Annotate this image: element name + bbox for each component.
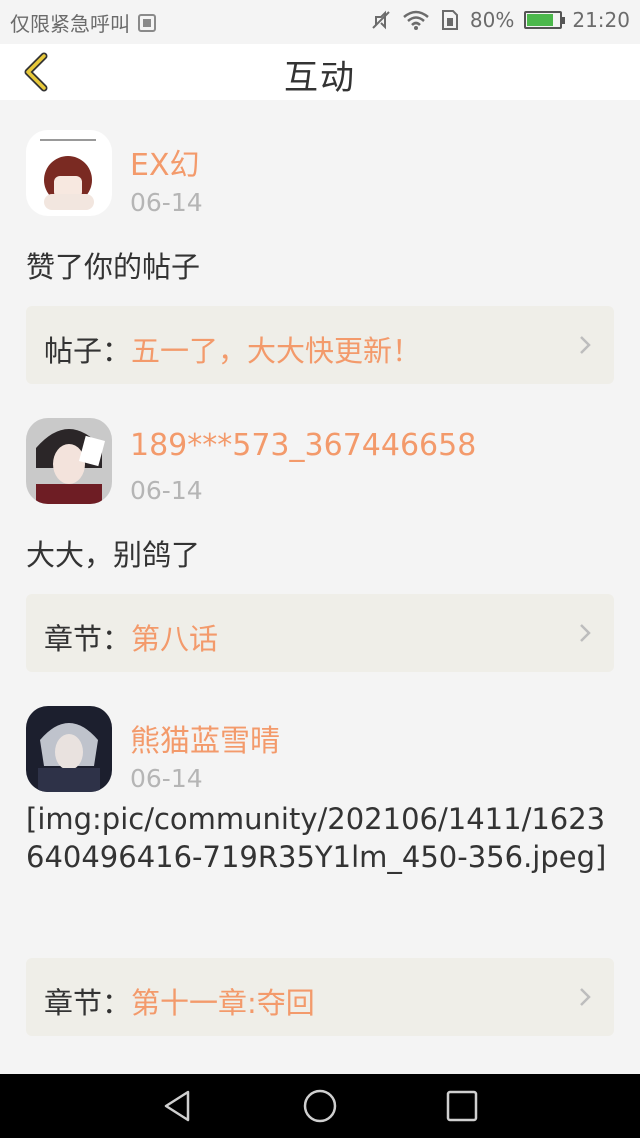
carrier-text: 仅限紧急呼叫: [10, 12, 130, 36]
interaction-text: [img:pic/community/202106/1411/162364049…: [26, 802, 607, 874]
battery-percent: 80%: [469, 8, 515, 32]
referenced-post[interactable]: 帖子：五一了，大大快更新！: [26, 306, 614, 384]
square-recents-icon[interactable]: [444, 1088, 480, 1124]
system-nav-bar: [0, 1074, 640, 1138]
avatar[interactable]: [26, 418, 112, 504]
post-date: 06-14: [130, 764, 203, 793]
circle-home-icon[interactable]: [302, 1088, 338, 1124]
list-item: 熊猫蓝雪晴 06-14 [img:pic/community/202106/14…: [0, 676, 640, 1056]
sim-icon: [138, 13, 156, 32]
ref-title: 第十一章:夺回: [131, 986, 315, 1020]
sim-signal-icon: [441, 10, 458, 30]
user-name[interactable]: EX幻: [130, 140, 200, 184]
ref-title: 五一了，大大快更新！: [131, 334, 422, 368]
list-item: 189***573_367446658 06-14 大大，别鸽了 章节：第八话: [0, 388, 640, 676]
app-header: 互动: [0, 44, 640, 100]
post-date: 06-14: [130, 188, 203, 217]
avatar-image: [26, 130, 112, 216]
chevron-right-icon: [580, 988, 591, 1006]
avatar[interactable]: [26, 706, 112, 792]
battery-icon: [524, 11, 566, 29]
mute-icon: [372, 10, 390, 30]
ref-label: 章节：: [44, 986, 132, 1020]
user-name[interactable]: 熊猫蓝雪晴: [130, 716, 280, 760]
ref-label: 帖子：: [44, 334, 132, 368]
avatar-image: [26, 418, 112, 504]
user-name[interactable]: 189***573_367446658: [130, 428, 476, 463]
interaction-list: EX幻 06-14 赞了你的帖子 帖子：五一了，大大快更新！ 189***573…: [0, 100, 640, 1056]
page-title: 互动: [284, 58, 356, 98]
avatar[interactable]: [26, 130, 112, 216]
clock: 21:20: [572, 8, 630, 32]
avatar-image: [26, 706, 112, 792]
list-item: EX幻 06-14 赞了你的帖子 帖子：五一了，大大快更新！: [0, 100, 640, 388]
triangle-back-icon[interactable]: [160, 1088, 196, 1124]
status-bar: 仅限紧急呼叫 80% 21:20: [0, 0, 640, 44]
ref-title: 第八话: [131, 622, 219, 656]
wifi-icon: [403, 10, 429, 30]
chevron-right-icon: [580, 336, 591, 354]
interaction-text: 大大，别鸽了: [26, 538, 201, 572]
interaction-text: 赞了你的帖子: [26, 250, 201, 284]
ref-label: 章节：: [44, 622, 132, 656]
referenced-chapter[interactable]: 章节：第八话: [26, 594, 614, 672]
chevron-right-icon: [580, 624, 591, 642]
post-date: 06-14: [130, 476, 203, 505]
referenced-chapter[interactable]: 章节：第十一章:夺回: [26, 958, 614, 1036]
